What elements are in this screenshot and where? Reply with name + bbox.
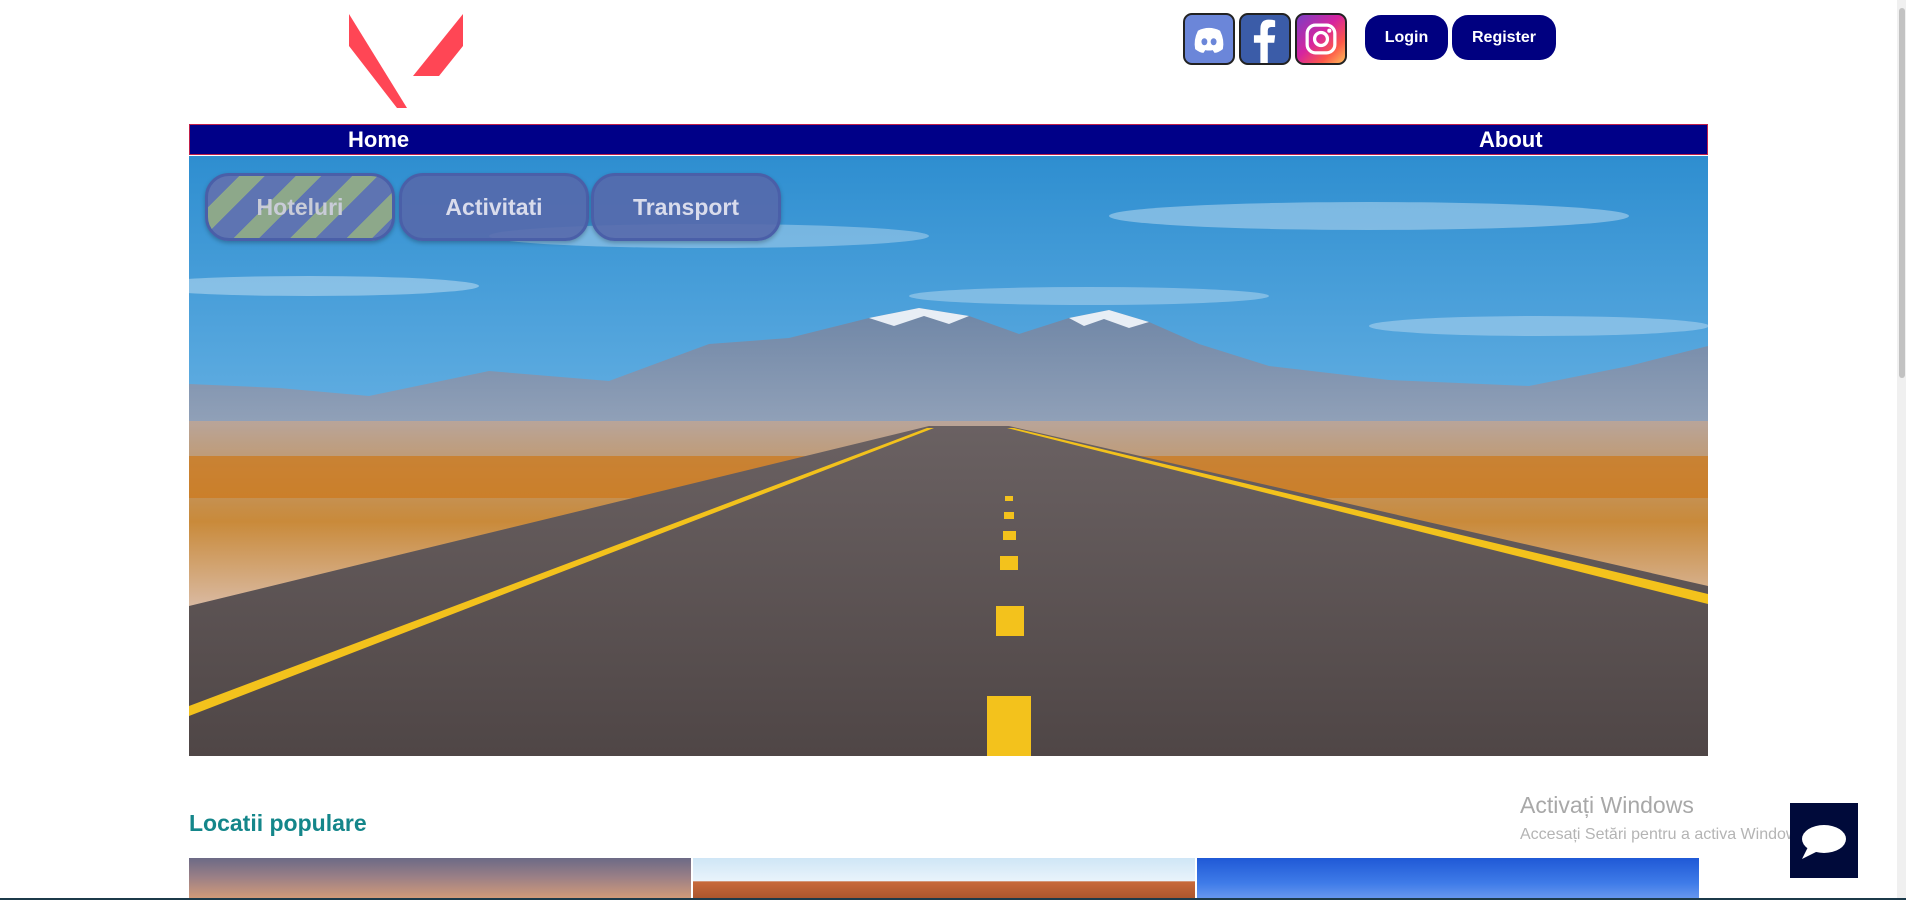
discord-icon[interactable] (1183, 13, 1235, 65)
chat-button[interactable] (1790, 803, 1858, 878)
facebook-icon[interactable] (1239, 13, 1291, 65)
tab-hoteluri[interactable]: Hoteluri (205, 173, 395, 241)
nav-link-home[interactable]: Home (348, 128, 409, 152)
section-title: Locatii populare (189, 810, 367, 836)
location-card-image[interactable] (693, 858, 1195, 900)
valorant-v-logo-icon[interactable] (347, 14, 463, 108)
windows-activation-subtitle: Accesați Setări pentru a activa Windows. (1520, 826, 1810, 843)
login-button[interactable]: Login (1365, 15, 1448, 60)
windows-activation-title: Activați Windows (1520, 792, 1694, 818)
tab-activitati[interactable]: Activitati (399, 173, 589, 241)
instagram-icon[interactable] (1295, 13, 1347, 65)
nav-link-about[interactable]: About (1479, 128, 1543, 152)
location-card-image[interactable] (1197, 858, 1699, 900)
register-button[interactable]: Register (1452, 15, 1556, 60)
scrollbar-thumb[interactable] (1899, 8, 1905, 378)
location-card-image[interactable] (189, 858, 691, 900)
hero-image (189, 156, 1708, 756)
tab-transport[interactable]: Transport (591, 173, 781, 241)
chat-bubble-icon (1802, 825, 1846, 859)
